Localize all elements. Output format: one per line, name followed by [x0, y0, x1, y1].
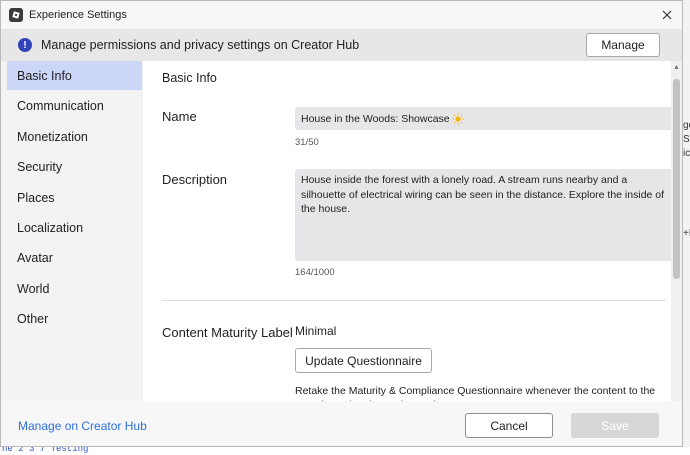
scroll-up-icon[interactable]: ▲ [673, 64, 680, 71]
content-maturity-label: Content Maturity Label [162, 325, 293, 340]
section-divider [162, 300, 666, 301]
sidebar-item-world[interactable]: World [7, 274, 142, 303]
title-bar: Experience Settings [1, 1, 682, 29]
description-textarea[interactable]: House inside the forest with a lonely ro… [295, 169, 671, 261]
save-button[interactable]: Save [571, 413, 659, 438]
manage-on-creator-hub-link[interactable]: Manage on Creator Hub [18, 419, 147, 433]
sidebar-item-places[interactable]: Places [7, 183, 142, 212]
sidebar-item-localization[interactable]: Localization [7, 213, 142, 242]
settings-content: Basic Info Name House in the Woods: Show… [143, 61, 671, 401]
name-input[interactable]: House in the Woods: Showcase [295, 107, 671, 130]
banner-text: Manage permissions and privacy settings … [41, 38, 360, 52]
manage-button[interactable]: Manage [586, 33, 660, 57]
dialog-footer: Manage on Creator Hub Cancel Save [1, 401, 682, 446]
info-icon: ! [18, 38, 32, 52]
sidebar-item-basic-info[interactable]: Basic Info [7, 61, 142, 90]
background-output-log: ne 2 3 7 Testing [0, 447, 690, 455]
update-questionnaire-button[interactable]: Update Questionnaire [295, 348, 432, 373]
cancel-button[interactable]: Cancel [465, 413, 553, 438]
studio-app-icon [9, 8, 23, 22]
name-input-value: House in the Woods: Showcase [301, 112, 450, 125]
sidebar-item-monetization[interactable]: Monetization [7, 122, 142, 151]
close-icon[interactable] [658, 6, 676, 24]
maturity-help-text: Retake the Maturity & Compliance Questio… [295, 385, 656, 401]
section-title: Basic Info [162, 71, 217, 85]
sun-emoji-icon [452, 113, 464, 125]
content-scrollbar[interactable]: ▲ [671, 61, 682, 401]
name-label: Name [162, 109, 197, 124]
settings-sidebar: Basic Info Communication Monetization Se… [1, 61, 143, 401]
scroll-thumb[interactable] [673, 79, 680, 279]
description-label: Description [162, 172, 228, 187]
creator-hub-banner: ! Manage permissions and privacy setting… [1, 29, 682, 61]
name-char-counter: 31/50 [295, 137, 319, 148]
description-char-counter: 164/1000 [295, 267, 335, 278]
sidebar-item-avatar[interactable]: Avatar [7, 243, 142, 272]
window-title: Experience Settings [29, 9, 127, 21]
experience-settings-dialog: Experience Settings ! Manage permissions… [0, 0, 683, 447]
sidebar-item-communication[interactable]: Communication [7, 91, 142, 120]
background-app-edge: ge Se ic +F [683, 0, 690, 455]
sidebar-item-other[interactable]: Other [7, 304, 142, 333]
sidebar-item-security[interactable]: Security [7, 152, 142, 181]
maturity-value: Minimal [295, 324, 337, 338]
